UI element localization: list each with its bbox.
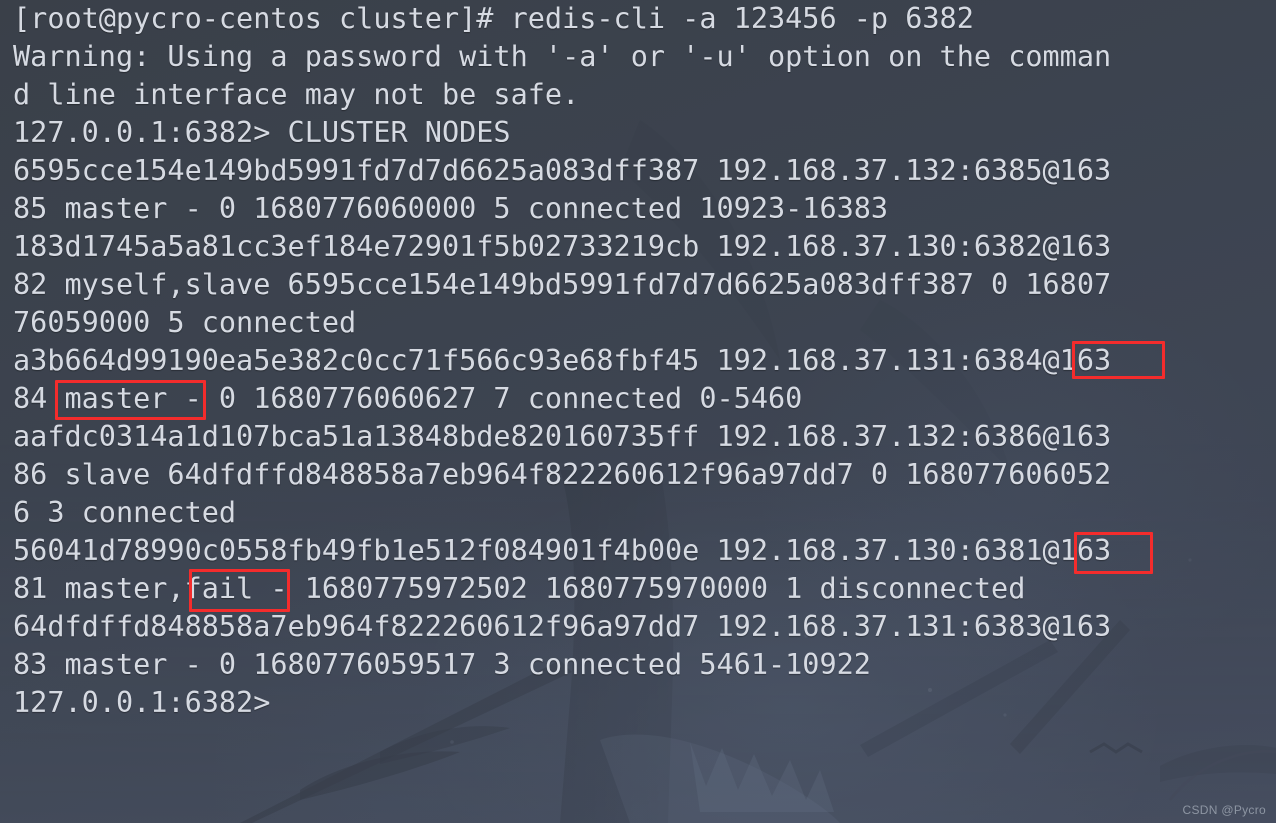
terminal-line: 85 master - 0 1680776060000 5 connected …	[13, 192, 889, 225]
terminal-line: 64dfdffd848858a7eb964f822260612f96a97dd7…	[13, 610, 1112, 643]
terminal-line: Warning: Using a password with '-a' or '…	[13, 40, 1112, 73]
terminal-output[interactable]: [root@pycro-centos cluster]# redis-cli -…	[0, 0, 1276, 823]
terminal-screen: [root@pycro-centos cluster]# redis-cli -…	[0, 0, 1276, 823]
terminal-line: 76059000 5 connected	[13, 306, 357, 339]
terminal-line: d line interface may not be safe.	[13, 78, 580, 111]
terminal-line: 56041d78990c0558fb49fb1e512f084901f4b00e…	[13, 534, 1112, 567]
terminal-line: 81 master,fail - 1680775972502 168077597…	[13, 572, 1026, 605]
terminal-line: 183d1745a5a81cc3ef184e72901f5b02733219cb…	[13, 230, 1112, 263]
terminal-line: a3b664d99190ea5e382c0cc71f566c93e68fbf45…	[13, 344, 1112, 377]
terminal-line: [root@pycro-centos cluster]# redis-cli -…	[13, 2, 974, 35]
terminal-line: 6595cce154e149bd5991fd7d7d6625a083dff387…	[13, 154, 1112, 187]
terminal-line: 84 master - 0 1680776060627 7 connected …	[13, 382, 803, 415]
terminal-line: 6 3 connected	[13, 496, 237, 529]
terminal-line: 82 myself,slave 6595cce154e149bd5991fd7d…	[13, 268, 1112, 301]
terminal-line: 83 master - 0 1680776059517 3 connected …	[13, 648, 871, 681]
watermark: CSDN @Pycro	[1182, 803, 1266, 817]
terminal-line: aafdc0314a1d107bca51a13848bde820160735ff…	[13, 420, 1112, 453]
terminal-line: 127.0.0.1:6382> CLUSTER NODES	[13, 116, 511, 149]
terminal-line: 127.0.0.1:6382>	[13, 686, 271, 719]
terminal-line: 86 slave 64dfdffd848858a7eb964f822260612…	[13, 458, 1112, 491]
